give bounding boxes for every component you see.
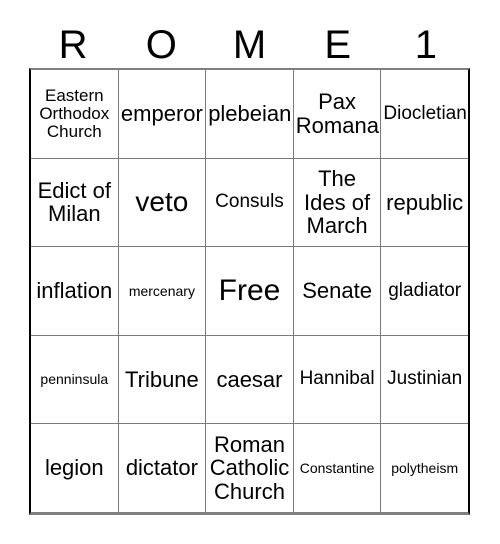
- bingo-cell-label: legion: [44, 455, 104, 481]
- header-letter: O: [145, 23, 177, 67]
- bingo-cell[interactable]: Roman Catholic Church: [206, 424, 294, 512]
- bingo-cell-label: caesar: [216, 366, 283, 392]
- bingo-cell[interactable]: veto: [119, 158, 207, 247]
- bingo-cell[interactable]: mercenary: [119, 247, 207, 335]
- header-letter: M: [232, 23, 267, 67]
- bingo-row: penninsula Tribune caesar Hannibal Justi…: [31, 335, 468, 425]
- bingo-cell-label: emperor: [120, 101, 203, 127]
- bingo-cell[interactable]: plebeian: [206, 70, 294, 158]
- bingo-cell[interactable]: Justinian: [381, 336, 468, 424]
- bingo-cell-label: Tribune: [125, 366, 199, 392]
- bingo-cell-label: Free: [218, 273, 281, 307]
- bingo-cell-label: Edict of Milan: [37, 177, 111, 227]
- bingo-cell[interactable]: Hannibal: [294, 335, 382, 424]
- bingo-cell[interactable]: Senate: [294, 247, 382, 335]
- bingo-cell[interactable]: gladiator: [381, 247, 468, 335]
- bingo-cell[interactable]: caesar: [206, 335, 294, 424]
- bingo-cell[interactable]: dictator: [119, 424, 207, 512]
- bingo-grid: Eastern Orthodox Church emperor plebeian…: [29, 68, 470, 515]
- bingo-cell[interactable]: Eastern Orthodox Church: [31, 70, 119, 158]
- bingo-cell-label: Eastern Orthodox Church: [39, 85, 110, 141]
- bingo-cell-label: Justinian: [387, 368, 463, 390]
- bingo-cell[interactable]: Consuls: [206, 158, 294, 247]
- bingo-card: R O M E 1 Eastern Orthodox Church empero…: [0, 0, 500, 544]
- bingo-cell-label: Hannibal: [299, 368, 375, 390]
- bingo-cell-label: plebeian: [208, 101, 292, 127]
- bingo-row: inflation mercenary Free Senate gladiato…: [31, 247, 468, 336]
- bingo-cell[interactable]: legion: [31, 424, 119, 512]
- bingo-cell-label: penninsula: [40, 371, 109, 388]
- header-letter: R: [58, 23, 88, 67]
- bingo-cell[interactable]: The Ides of March: [294, 158, 382, 247]
- bingo-cell-label: dictator: [125, 455, 198, 481]
- bingo-cell[interactable]: Edict of Milan: [31, 158, 119, 247]
- bingo-cell-label: polytheism: [391, 459, 459, 476]
- bingo-cell-label: Diocletian: [383, 102, 467, 124]
- bingo-cell-label: Senate: [302, 278, 372, 304]
- bingo-cell-free[interactable]: Free: [206, 247, 294, 335]
- bingo-cell-label: republic: [386, 189, 464, 215]
- bingo-cell[interactable]: polytheism: [381, 424, 468, 512]
- bingo-cell-label: Pax Romana: [295, 89, 379, 138]
- bingo-header: R O M E 1: [29, 22, 470, 68]
- bingo-row: legion dictator Roman Catholic Church Co…: [31, 424, 468, 512]
- bingo-cell[interactable]: Constantine: [294, 424, 382, 512]
- header-letter: E: [324, 23, 352, 67]
- bingo-cell[interactable]: penninsula: [31, 335, 119, 424]
- bingo-cell[interactable]: republic: [381, 159, 468, 247]
- bingo-cell[interactable]: emperor: [119, 70, 207, 158]
- bingo-cell-label: The Ides of March: [304, 166, 371, 239]
- bingo-cell-label: Roman Catholic Church: [209, 431, 290, 504]
- bingo-cell-label: inflation: [36, 278, 113, 304]
- bingo-cell-label: Consuls: [215, 191, 284, 213]
- bingo-cell-label: gladiator: [388, 279, 462, 301]
- bingo-row: Edict of Milan veto Consuls The Ides of …: [31, 158, 468, 248]
- bingo-cell-label: veto: [135, 186, 189, 218]
- bingo-cell[interactable]: Pax Romana: [294, 70, 382, 158]
- bingo-cell-label: mercenary: [128, 282, 195, 299]
- bingo-cell[interactable]: inflation: [31, 247, 119, 335]
- bingo-cell-label: Constantine: [299, 459, 375, 476]
- header-letter: 1: [414, 23, 438, 67]
- bingo-cell[interactable]: Diocletian: [381, 70, 468, 158]
- bingo-cell[interactable]: Tribune: [119, 335, 207, 424]
- bingo-row: Eastern Orthodox Church emperor plebeian…: [31, 70, 468, 159]
